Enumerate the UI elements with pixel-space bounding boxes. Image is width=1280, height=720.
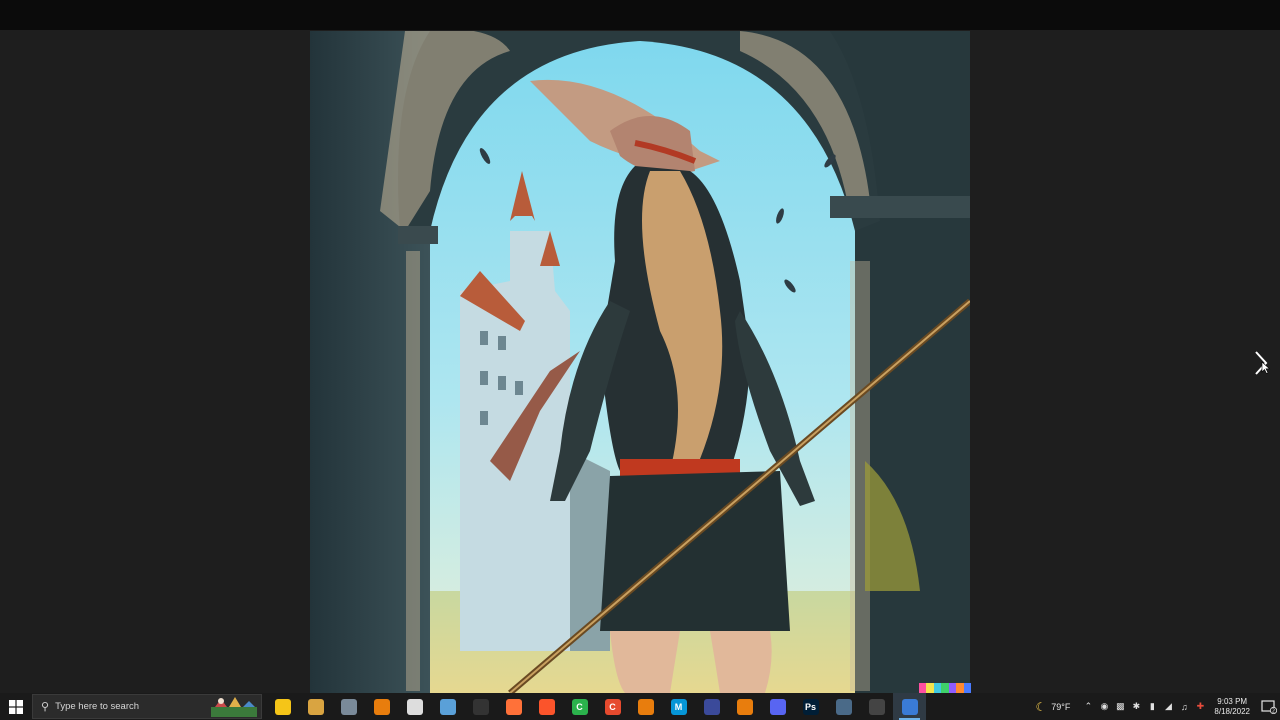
bluetooth-icon[interactable]: ✱ [1128,693,1144,720]
app-bird-icon [340,698,357,715]
system-tray: ☾ 79°F ⌃ ◉ ▩ ✱ ▮ ◢ ♫ ✚ 9:03 PM 8/18/2022… [1036,693,1280,720]
notification-count: 2 [1272,708,1275,714]
security-icon[interactable]: ✚ [1192,693,1208,720]
taskbar-app-photoshop[interactable]: Ps [794,693,827,720]
taskbar-app-blender-3[interactable] [728,693,761,720]
inkscape-icon [406,698,423,715]
notification-icon: 2 [1261,699,1277,714]
volume-icon[interactable]: ♫ [1176,693,1192,720]
gallery-icon [835,698,852,715]
taskbar-app-inkscape[interactable] [398,693,431,720]
taskbar-app-brave[interactable] [530,693,563,720]
taskbar-app-camtasia-red[interactable]: C [596,693,629,720]
clock[interactable]: 9:03 PM 8/18/2022 [1214,697,1250,717]
photos-icon [901,698,918,715]
taskbar-app-cube-app[interactable] [431,693,464,720]
weather-temperature: 79°F [1051,701,1071,712]
clock-date: 8/18/2022 [1214,706,1250,716]
chevron-right-icon [1255,351,1271,375]
maya-icon: M [670,698,687,715]
blender-3-icon [736,698,753,715]
notes-icon [307,698,324,715]
firefox-icon [505,698,522,715]
unity-icon [472,698,489,715]
chevron-up-icon[interactable]: ⌃ [1080,693,1096,720]
discord-icon [769,698,786,715]
clock-time: 9:03 PM [1217,696,1248,706]
camtasia-red-icon: C [604,698,621,715]
photoshop-icon: Ps [802,698,819,715]
taskbar-app-maya[interactable]: M [662,693,695,720]
blender-icon [373,698,390,715]
taskbar-pinned-apps: C C M Ps [266,693,926,720]
taskbar-app-photos[interactable] [893,693,926,720]
taskbar-app-app-bird[interactable] [332,693,365,720]
window-title-bar [0,0,1280,30]
search-icon: ⚲ [41,700,50,713]
taskbar-app-file-explorer[interactable] [266,693,299,720]
microphone-icon[interactable]: ▮ [1144,693,1160,720]
taskbar-app-obs[interactable] [860,693,893,720]
taskbar-app-discord[interactable] [761,693,794,720]
camtasia-icon: C [571,698,588,715]
cube-app-icon [439,698,456,715]
moon-icon: ☾ [1035,699,1047,714]
taskbar-app-camtasia[interactable]: C [563,693,596,720]
start-button[interactable] [0,693,32,720]
taskbar-app-firefox[interactable] [497,693,530,720]
taskbar: ⚲ Type here to search C C M Ps ☾ 79°F ⌃ ◉ ▩… [0,693,1280,720]
taskbar-app-notes[interactable] [299,693,332,720]
file-explorer-icon [274,698,291,715]
obs-icon [868,698,885,715]
taskbar-app-ship-app[interactable] [695,693,728,720]
blender-2-icon [637,698,654,715]
record-icon[interactable]: ◉ [1096,693,1112,720]
search-placeholder: Type here to search [55,701,140,712]
taskbar-search-box[interactable]: ⚲ Type here to search [32,694,262,719]
taskbar-app-blender-2[interactable] [629,693,662,720]
taskbar-app-gallery[interactable] [827,693,860,720]
color-strip [919,683,971,693]
wifi-icon[interactable]: ◢ [1160,693,1176,720]
brave-icon [538,698,555,715]
taskbar-app-unity[interactable] [464,693,497,720]
ship-app-icon [703,698,720,715]
notification-center-button[interactable]: 2 [1258,693,1280,720]
windows-logo-icon [9,699,23,714]
displayed-image [310,31,970,693]
search-highlight-icon [211,697,257,717]
taskbar-app-blender[interactable] [365,693,398,720]
meet-icon[interactable]: ▩ [1112,693,1128,720]
weather-widget[interactable]: ☾ 79°F [1036,700,1071,714]
next-image-button[interactable] [1252,348,1272,378]
